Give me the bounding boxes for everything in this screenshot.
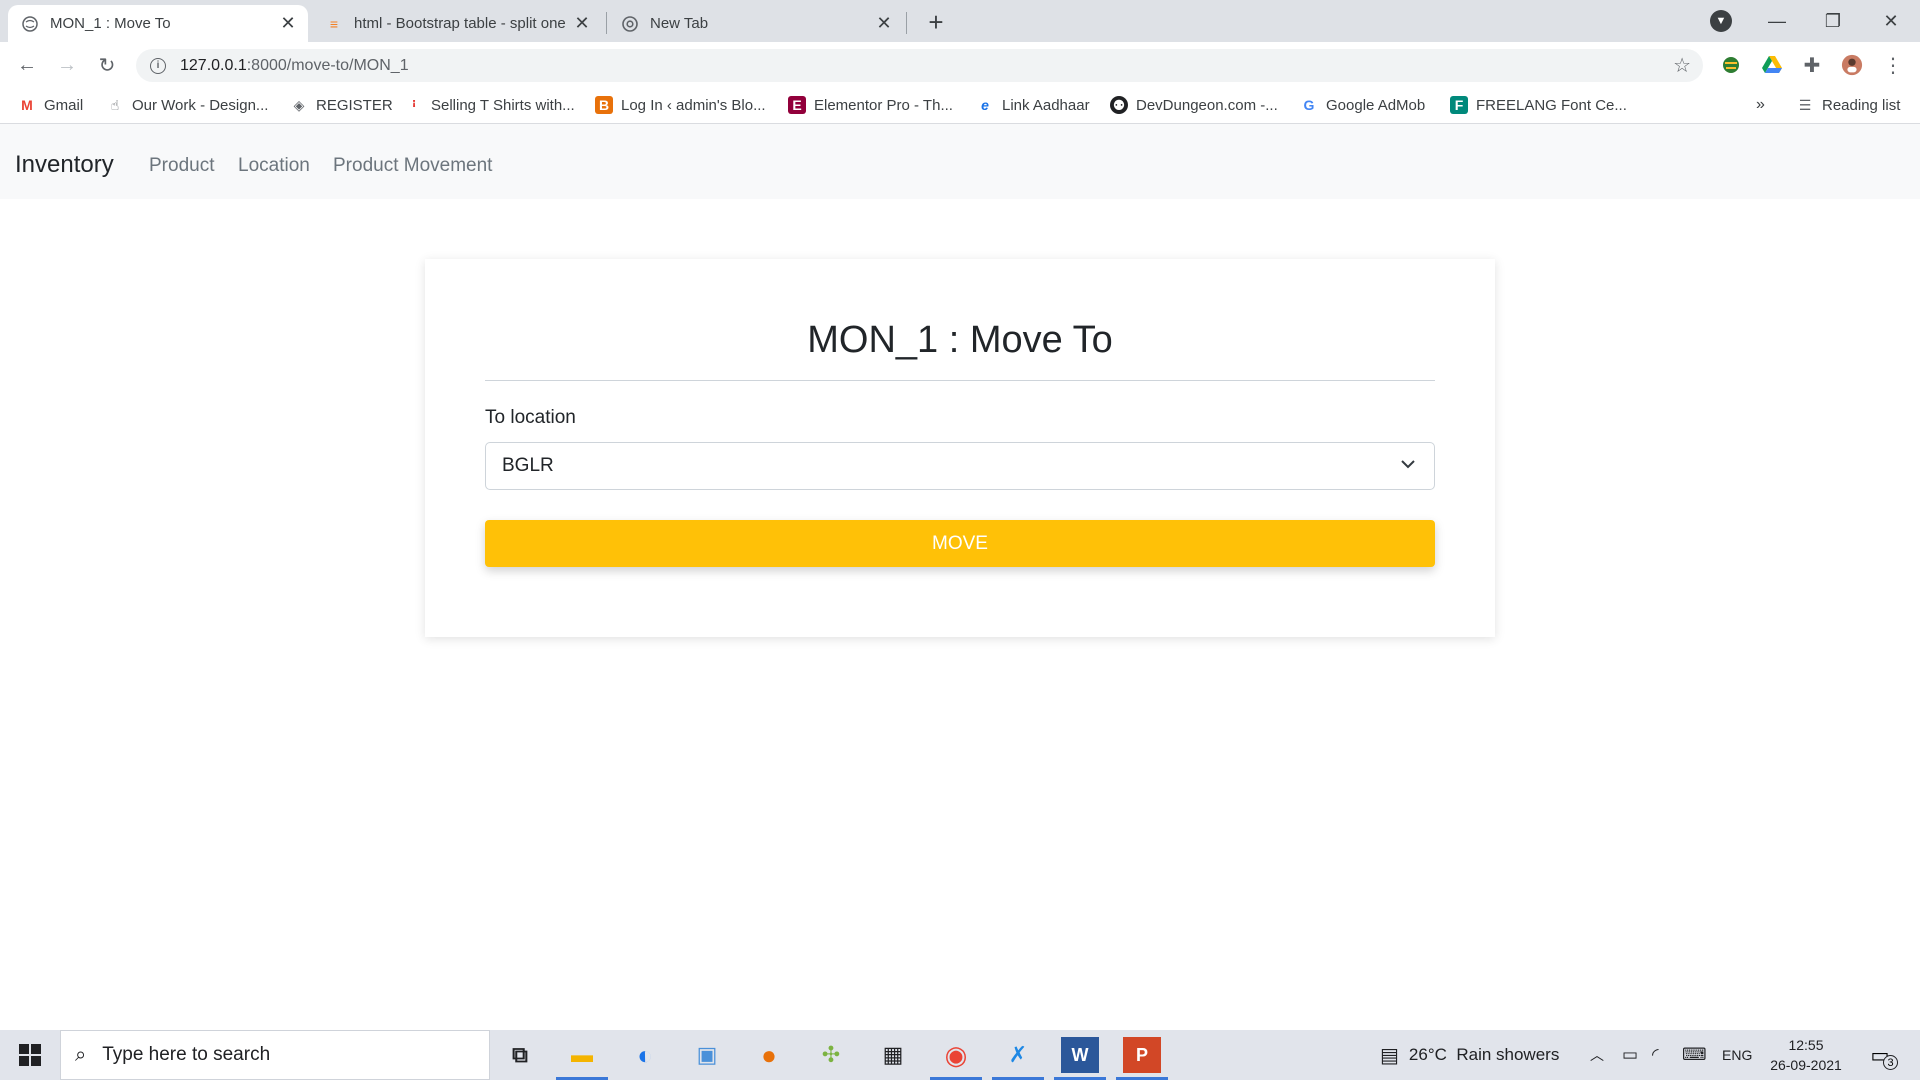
bookmark-google-admob[interactable]: G Google AdMob — [1300, 96, 1426, 114]
nav-link-product-movement[interactable]: Product Movement — [333, 155, 492, 177]
site-info-icon[interactable]: i — [150, 57, 166, 74]
browser-toolbar: ← → ↻ i 127.0.0.1:8000/move-to/MON_1 ☆ ✚… — [0, 42, 1920, 88]
google-icon: G — [1303, 97, 1315, 113]
tab-title: New Tab — [650, 15, 709, 32]
more-bookmarks-chevron[interactable]: » — [1756, 96, 1765, 114]
notification-count-badge: 3 — [1883, 1055, 1898, 1070]
app-navbar: Inventory Product Location Product Movem… — [0, 124, 1920, 199]
new-tab-plus-icon[interactable]: + — [922, 7, 950, 37]
bookmark-devdungeon[interactable]: ⚉ DevDungeon.com -... — [1110, 96, 1278, 114]
close-icon[interactable]: ✕ — [278, 13, 298, 34]
divider — [485, 380, 1435, 381]
nav-link-location[interactable]: Location — [238, 155, 310, 177]
taskbar-search-input[interactable]: ⌕ Type here to search — [60, 1030, 490, 1080]
close-icon[interactable]: ✕ — [874, 13, 894, 34]
file-explorer-icon[interactable]: ▬ — [563, 1037, 601, 1073]
bookmark-freelang[interactable]: F FREELANG Font Ce... — [1450, 96, 1627, 114]
show-hidden-icons-chevron[interactable]: ︿ — [1590, 1030, 1604, 1080]
selected-location: BGLR — [502, 455, 554, 476]
bookmark-our-work[interactable]: ☝ Our Work - Design... — [106, 96, 269, 114]
bookmark-star-icon[interactable]: ☆ — [1673, 53, 1691, 78]
to-location-select[interactable]: BGLR — [485, 442, 1435, 490]
task-view-icon[interactable]: ⧉ — [501, 1037, 539, 1073]
blog-icon: B — [595, 96, 613, 114]
edge-icon: e — [981, 97, 989, 113]
nav-link-product[interactable]: Product — [149, 155, 214, 177]
move-to-card: MON_1 : Move To To location BGLR MOVE — [425, 259, 1495, 637]
keyboard-icon[interactable]: ⌨ — [1682, 1030, 1707, 1080]
word-icon[interactable]: W — [1061, 1037, 1099, 1073]
teespring-icon: ꜟ — [411, 97, 417, 113]
bookmark-gmail[interactable]: M Gmail — [18, 96, 83, 114]
tab-separator — [606, 12, 607, 34]
windows-start-icon[interactable] — [0, 1030, 60, 1080]
edge-browser-icon[interactable]: ◐ — [626, 1037, 664, 1073]
url-text[interactable]: 127.0.0.1:8000/move-to/MON_1 — [180, 57, 409, 75]
globe-icon — [22, 15, 38, 32]
restore-icon[interactable]: ❐ — [1811, 6, 1855, 36]
bookmark-selling-tshirts[interactable]: ꜟ Selling T Shirts with... — [405, 96, 575, 114]
chevron-down-icon — [1401, 460, 1415, 469]
elementor-icon: E — [788, 96, 806, 114]
github-icon: ⚉ — [1110, 96, 1128, 114]
back-arrow-icon[interactable]: ← — [12, 50, 42, 80]
battery-icon[interactable]: ▭ — [1622, 1030, 1638, 1080]
search-icon: ⌕ — [75, 1043, 87, 1066]
extension-globe-icon[interactable] — [1720, 54, 1742, 76]
tab-move-to[interactable]: MON_1 : Move To ✕ — [8, 5, 308, 42]
register-icon: ◈ — [293, 96, 305, 113]
chrome-taskbar-icon[interactable]: ◉ — [937, 1037, 975, 1073]
menu-kebab-icon[interactable]: ⋮ — [1882, 54, 1904, 77]
chrome-icon — [622, 15, 638, 32]
puzzle-app-icon[interactable]: ✣ — [812, 1037, 850, 1073]
tab-title: MON_1 : Move To — [50, 15, 171, 32]
powerpoint-icon[interactable]: P — [1123, 1037, 1161, 1073]
reading-list-button[interactable]: ☰ Reading list — [1796, 96, 1901, 114]
vscode-icon[interactable]: ✗ — [999, 1037, 1037, 1073]
bookmark-link-aadhaar[interactable]: e Link Aadhaar — [976, 96, 1089, 114]
google-drive-icon[interactable] — [1761, 54, 1783, 76]
taskbar-clock[interactable]: 12:55 26-09-2021 — [1766, 1035, 1846, 1075]
browser-tab-strip: MON_1 : Move To ✕ ≡ html - Bootstrap tab… — [0, 0, 1920, 42]
stackoverflow-icon: ≡ — [329, 15, 339, 32]
bookmark-admin-blog[interactable]: B Log In ‹ admin's Blo... — [595, 96, 766, 114]
news-icon: ▤ — [1380, 1044, 1399, 1067]
freelang-icon: F — [1450, 96, 1468, 114]
profile-avatar[interactable] — [1841, 54, 1863, 76]
tab-search-icon[interactable]: ▼ — [1710, 10, 1732, 32]
firefox-icon[interactable]: ● — [750, 1037, 788, 1073]
calculator-icon[interactable]: ▦ — [874, 1037, 912, 1073]
windows-taskbar: ⌕ Type here to search ⧉ ▬ ◐ ▣ ● ✣ ▦ ◉ ✗ … — [0, 1030, 1920, 1080]
minimize-icon[interactable]: — — [1755, 6, 1799, 36]
tab-bootstrap-table[interactable]: ≡ html - Bootstrap table - split one ✕ — [312, 5, 602, 42]
bookmark-elementor[interactable]: E Elementor Pro - Th... — [788, 96, 953, 114]
bookmark-register[interactable]: ◈ REGISTER — [290, 96, 393, 114]
close-icon[interactable]: ✕ — [572, 13, 592, 34]
tab-new-tab[interactable]: New Tab ✕ — [608, 5, 904, 42]
language-indicator[interactable]: ENG — [1722, 1030, 1752, 1080]
weather-widget[interactable]: ▤ 26°C Rain showers — [1380, 1030, 1559, 1080]
move-button[interactable]: MOVE — [485, 520, 1435, 567]
navbar-brand[interactable]: Inventory — [15, 151, 114, 179]
address-bar[interactable]: i 127.0.0.1:8000/move-to/MON_1 ☆ — [136, 49, 1703, 82]
hand-icon: ☝ — [110, 96, 120, 113]
desktop-app-icon[interactable]: ▣ — [688, 1037, 726, 1073]
window-close-icon[interactable]: ✕ — [1869, 6, 1913, 36]
to-location-label: To location — [485, 407, 576, 428]
page-title: MON_1 : Move To — [807, 319, 1113, 361]
wifi-icon[interactable]: ◜ — [1652, 1030, 1659, 1080]
reading-list-icon: ☰ — [1798, 96, 1812, 113]
notification-center-icon[interactable]: ▭ 3 — [1866, 1042, 1898, 1070]
tab-separator — [906, 12, 907, 34]
extensions-puzzle-icon[interactable]: ✚ — [1801, 54, 1823, 77]
reload-icon[interactable]: ↻ — [92, 50, 122, 80]
gmail-icon: M — [21, 97, 33, 113]
bookmarks-bar: M Gmail ☝ Our Work - Design... ◈ REGISTER ꜟ… — [0, 88, 1920, 124]
tab-title: html - Bootstrap table - split one — [354, 15, 566, 32]
forward-arrow-icon[interactable]: → — [52, 50, 82, 80]
